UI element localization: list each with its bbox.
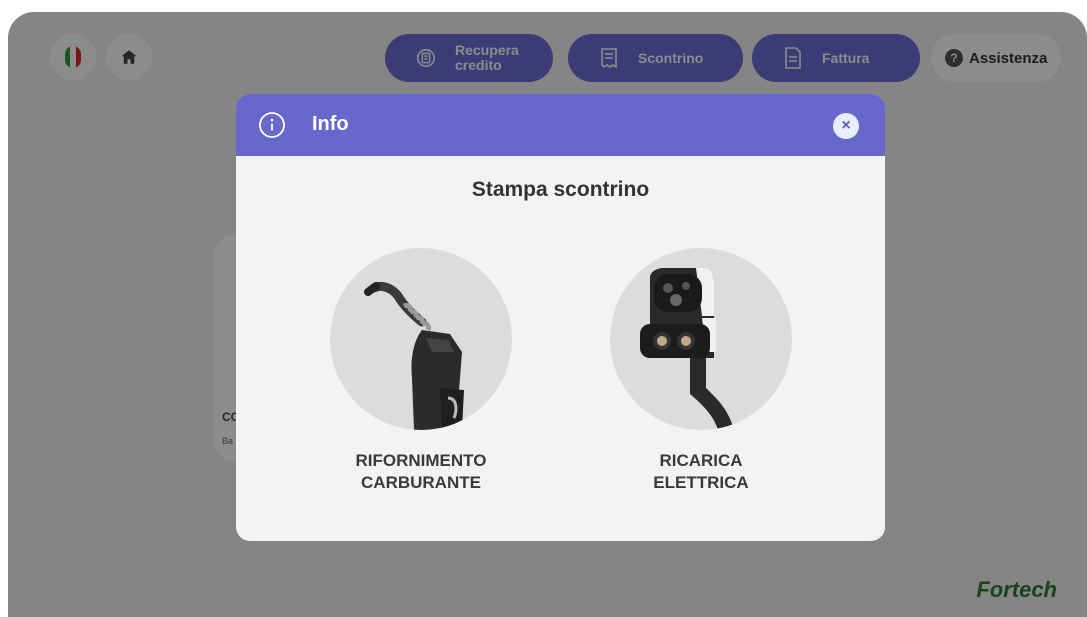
option-ricarica-elettrica[interactable]: RICARICA ELETTRICA xyxy=(591,248,811,494)
ev-charger-plug-icon xyxy=(640,268,734,430)
modal-title: Info xyxy=(312,113,349,135)
modal-header: Info × xyxy=(236,94,885,156)
option-rifornimento-carburante[interactable]: RIFORNIMENTO CARBURANTE xyxy=(311,248,531,494)
fuel-option-label: RIFORNIMENTO CARBURANTE xyxy=(311,450,531,494)
ev-option-label-line1: RICARICA xyxy=(659,451,743,470)
fuel-option-label-line2: CARBURANTE xyxy=(361,473,481,492)
ev-option-image xyxy=(610,248,792,430)
close-icon: × xyxy=(841,117,851,134)
fuel-option-image xyxy=(330,248,512,430)
ev-option-label-line2: ELETTRICA xyxy=(653,473,749,492)
close-button[interactable]: × xyxy=(833,113,859,139)
info-icon xyxy=(259,112,285,138)
fuel-nozzle-icon xyxy=(364,281,464,430)
ev-option-label: RICARICA ELETTRICA xyxy=(591,450,811,494)
fuel-option-label-line1: RIFORNIMENTO xyxy=(355,451,487,470)
info-modal: Info × Stampa scontrino RIFORNIMENTO CAR… xyxy=(236,94,885,541)
modal-heading: Stampa scontrino xyxy=(471,178,650,201)
